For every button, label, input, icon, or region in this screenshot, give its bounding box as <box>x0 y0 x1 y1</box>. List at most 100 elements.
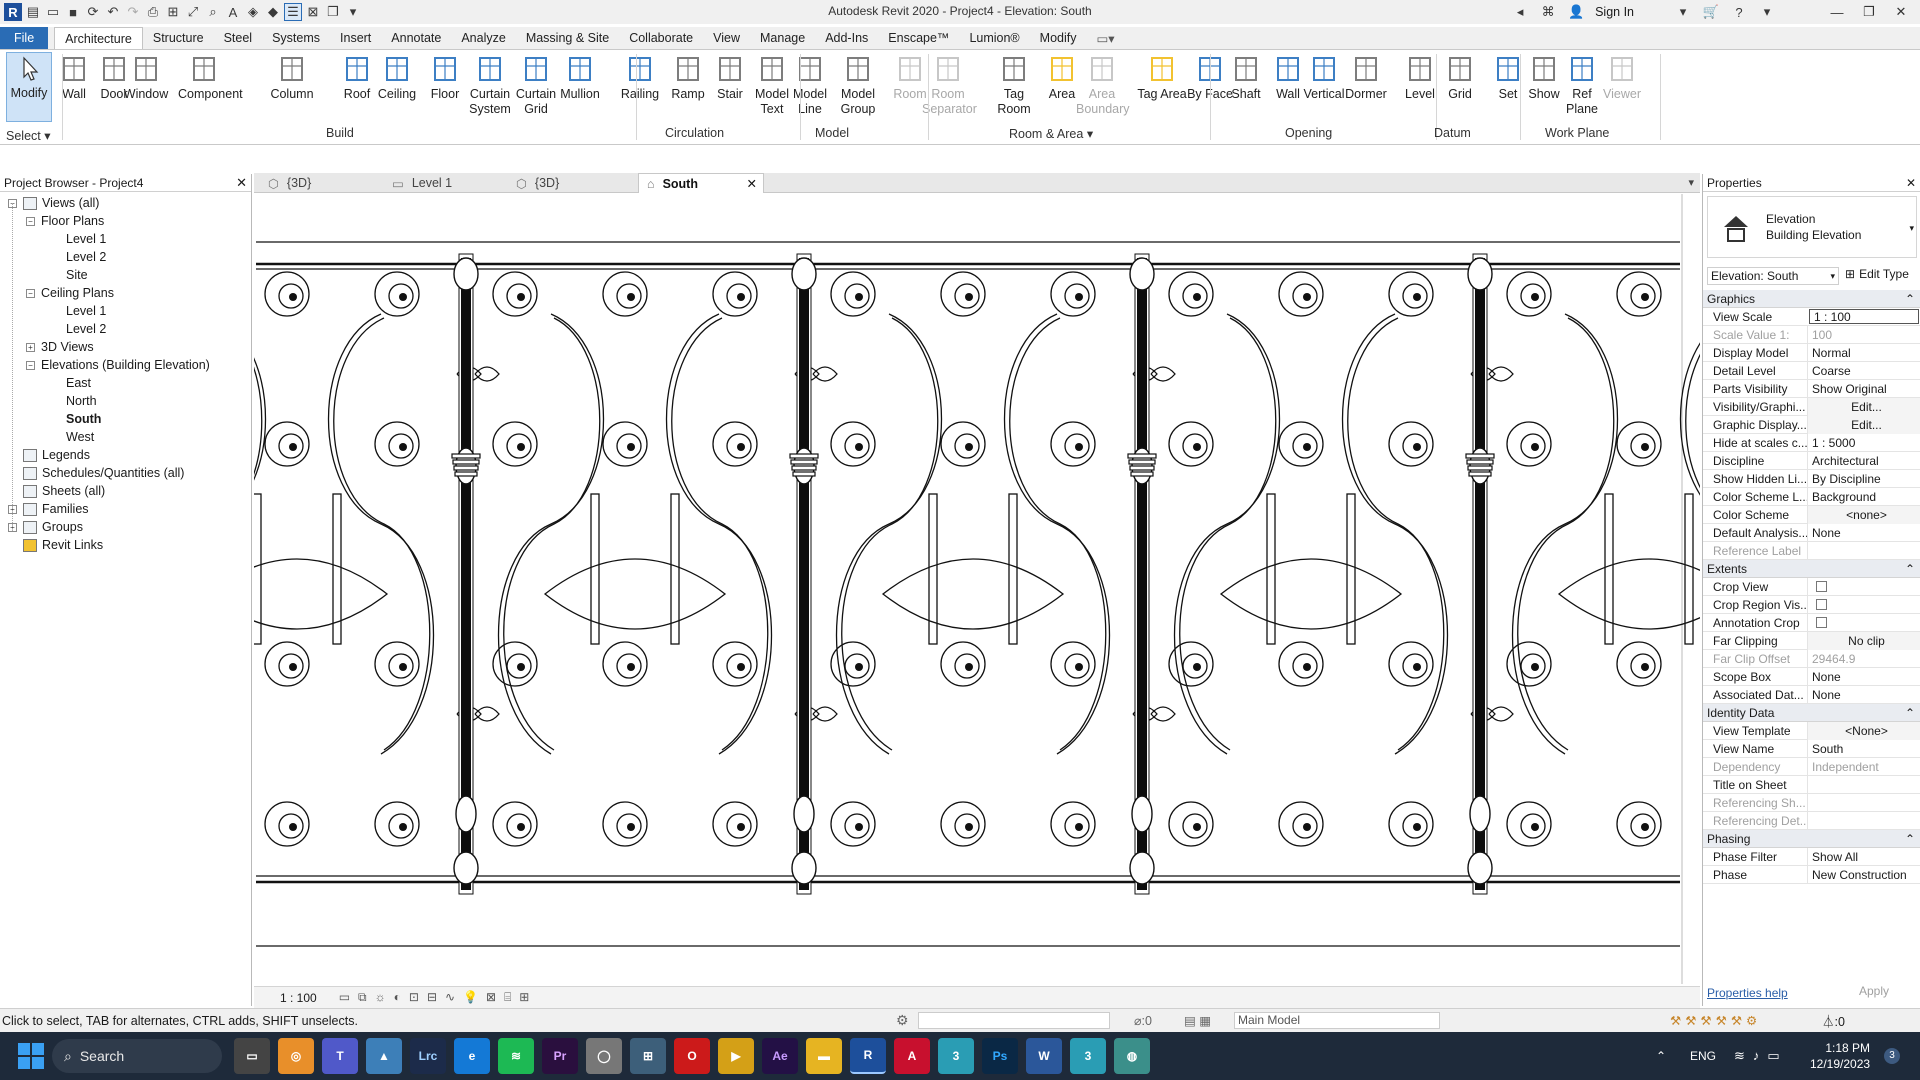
tree-item-floor-plans[interactable]: − Floor Plans <box>26 212 104 230</box>
prop-value[interactable]: Architectural <box>1807 451 1920 470</box>
analytical-model-icon[interactable]: ⊞ <box>519 990 529 1005</box>
checkbox[interactable] <box>1816 599 1827 610</box>
close-icon[interactable]: ✕ <box>1906 176 1916 190</box>
tag-room-button[interactable]: Tag Room <box>988 54 1040 117</box>
switch-windows-icon[interactable]: ❐ <box>324 3 342 21</box>
help-dropdown-icon[interactable]: ▾ <box>1758 3 1776 21</box>
edit-type-button[interactable]: ⊞ Edit Type <box>1845 267 1909 281</box>
tree-item-level-1[interactable]: Level 1 <box>66 302 106 320</box>
language-indicator[interactable]: ENG <box>1690 1049 1716 1063</box>
design-option-dropdown[interactable]: Main Model <box>1234 1012 1440 1029</box>
selection-options-icons[interactable]: ⚒⚒⚒⚒⚒⚙ <box>1670 1013 1761 1028</box>
ceiling-button[interactable]: Ceiling <box>371 54 423 102</box>
checkbox[interactable] <box>1816 617 1827 628</box>
minimize-button[interactable]: — <box>1826 5 1848 20</box>
prop-value[interactable]: None <box>1807 667 1920 686</box>
windows-start-icon[interactable] <box>18 1043 44 1069</box>
type-selector[interactable]: Elevation Building Elevation ▾ <box>1707 196 1917 258</box>
apply-button[interactable]: Apply <box>1838 984 1910 1002</box>
tree-item-elevations-building-elevation[interactable]: − Elevations (Building Elevation) <box>26 356 210 374</box>
ribbon-tab-architecture[interactable]: Architecture <box>54 27 143 49</box>
sun-path-icon[interactable]: ☼ <box>375 990 386 1005</box>
task-view-icon[interactable]: ▭ <box>234 1038 270 1074</box>
workset-dropdown[interactable] <box>918 1012 1110 1029</box>
collapse-icon[interactable]: − <box>26 288 35 298</box>
prop-value[interactable]: Normal <box>1807 343 1920 362</box>
tree-item-west[interactable]: West <box>66 428 94 446</box>
contextual-toggle-icon[interactable]: ▭▾ <box>1086 27 1124 49</box>
revit-taskbar-icon[interactable]: R <box>850 1038 886 1074</box>
area-boundary-button[interactable]: Area Boundary <box>1076 54 1130 117</box>
drawing-canvas[interactable] <box>254 194 1700 984</box>
ribbon-tab-collaborate[interactable]: Collaborate <box>619 27 703 49</box>
prop-value[interactable]: No clip <box>1807 631 1920 650</box>
autocad-icon[interactable]: A <box>894 1038 930 1074</box>
chevron-left-icon[interactable]: ◂ <box>1511 3 1529 21</box>
ribbon-tab-view[interactable]: View <box>703 27 750 49</box>
browser-app-icon[interactable]: ◎ <box>278 1038 314 1074</box>
prop-value[interactable]: By Discipline <box>1807 469 1920 488</box>
undo-icon[interactable]: ↶ <box>104 3 122 21</box>
tree-item-level-2[interactable]: Level 2 <box>66 320 106 338</box>
ribbon-tab-add-ins[interactable]: Add-Ins <box>815 27 878 49</box>
tree-item-3d-views[interactable]: +3D Views <box>26 338 94 356</box>
dormer-button[interactable]: Dormer <box>1340 54 1392 102</box>
room-area-panel-label[interactable]: Room & Area ▾ <box>1009 126 1093 141</box>
close-hidden-icon[interactable]: ⊠ <box>304 3 322 21</box>
open-icon[interactable]: ▤ <box>24 3 42 21</box>
tree-item-south[interactable]: South <box>66 410 101 428</box>
prop-value[interactable]: Background <box>1807 487 1920 506</box>
help-icon[interactable]: ? <box>1730 3 1748 21</box>
autodesk-app-2-icon[interactable]: 3 <box>1070 1038 1106 1074</box>
prop-checkbox[interactable] <box>1807 595 1920 614</box>
design-options-icon[interactable]: ▤ ▦ <box>1184 1013 1211 1028</box>
prop-checkbox[interactable] <box>1807 613 1920 632</box>
tree-item-views-all[interactable]: − Views (all) <box>8 194 99 212</box>
ribbon-tab-insert[interactable]: Insert <box>330 27 381 49</box>
prop-group-extents[interactable]: Extents ⌃ <box>1703 560 1920 578</box>
disk-icon[interactable]: ◯ <box>586 1038 622 1074</box>
properties-help-link[interactable]: Properties help <box>1707 986 1788 1000</box>
word-icon[interactable]: W <box>1026 1038 1062 1074</box>
column-button[interactable]: Column <box>266 54 318 102</box>
viewer-button[interactable]: Viewer <box>1596 54 1648 102</box>
view-scale-control[interactable]: 1 : 100 <box>280 991 317 1005</box>
prop-value[interactable]: New Construction <box>1807 865 1920 884</box>
tree-item-groups[interactable]: + Groups <box>8 518 83 536</box>
instance-filter-dropdown[interactable]: Elevation: South ▾ <box>1707 267 1839 285</box>
prop-value[interactable]: None <box>1807 685 1920 704</box>
prop-value[interactable]: <none> <box>1807 505 1920 524</box>
taskbar-search[interactable]: ⌕ Search <box>52 1039 222 1073</box>
grid-button[interactable]: Grid <box>1434 54 1486 102</box>
prop-value[interactable]: Edit... <box>1807 397 1920 416</box>
edge-icon[interactable]: e <box>454 1038 490 1074</box>
tag-icon[interactable]: ⌕ <box>204 3 222 21</box>
view-tab-level-1[interactable]: ▭ Level 1 <box>384 173 502 193</box>
modify-button[interactable]: Modify <box>6 52 52 122</box>
prop-value[interactable]: Show All <box>1807 847 1920 866</box>
photos-icon[interactable]: ▲ <box>366 1038 402 1074</box>
measure-icon[interactable]: ⊞ <box>164 3 182 21</box>
cart-icon[interactable]: 🛒 <box>1702 3 1720 21</box>
chevron-down-icon[interactable]: ▾ <box>1674 3 1692 21</box>
room-separator-button[interactable]: Room Separator <box>922 54 977 117</box>
text-icon[interactable]: A <box>224 3 242 21</box>
ribbon-tab-structure[interactable]: Structure <box>143 27 214 49</box>
detail-level-icon[interactable]: ▭ <box>339 990 350 1005</box>
prop-value[interactable]: Show Original <box>1807 379 1920 398</box>
revit-logo-icon[interactable]: R <box>4 3 22 21</box>
sign-in-link[interactable]: Sign In <box>1595 5 1634 19</box>
after-effects-icon[interactable]: Ae <box>762 1038 798 1074</box>
tag-area-button[interactable]: Tag Area <box>1136 54 1188 102</box>
tree-item-ceiling-plans[interactable]: − Ceiling Plans <box>26 284 114 302</box>
binoculars-icon[interactable]: ⌘ <box>1539 3 1557 21</box>
lightroom-icon[interactable]: Lrc <box>410 1038 446 1074</box>
collapse-icon[interactable]: − <box>26 360 35 370</box>
prop-value[interactable]: 1 : 5000 <box>1807 433 1920 452</box>
ribbon-tab-enscape[interactable]: Enscape™ <box>878 27 959 49</box>
sync-icon[interactable]: ⟳ <box>84 3 102 21</box>
prop-group-identity-data[interactable]: Identity Data ⌃ <box>1703 704 1920 722</box>
railing-button[interactable]: Railing <box>614 54 666 102</box>
temporary-hide-icon[interactable]: ∿ <box>445 990 455 1005</box>
tree-item-east[interactable]: East <box>66 374 91 392</box>
